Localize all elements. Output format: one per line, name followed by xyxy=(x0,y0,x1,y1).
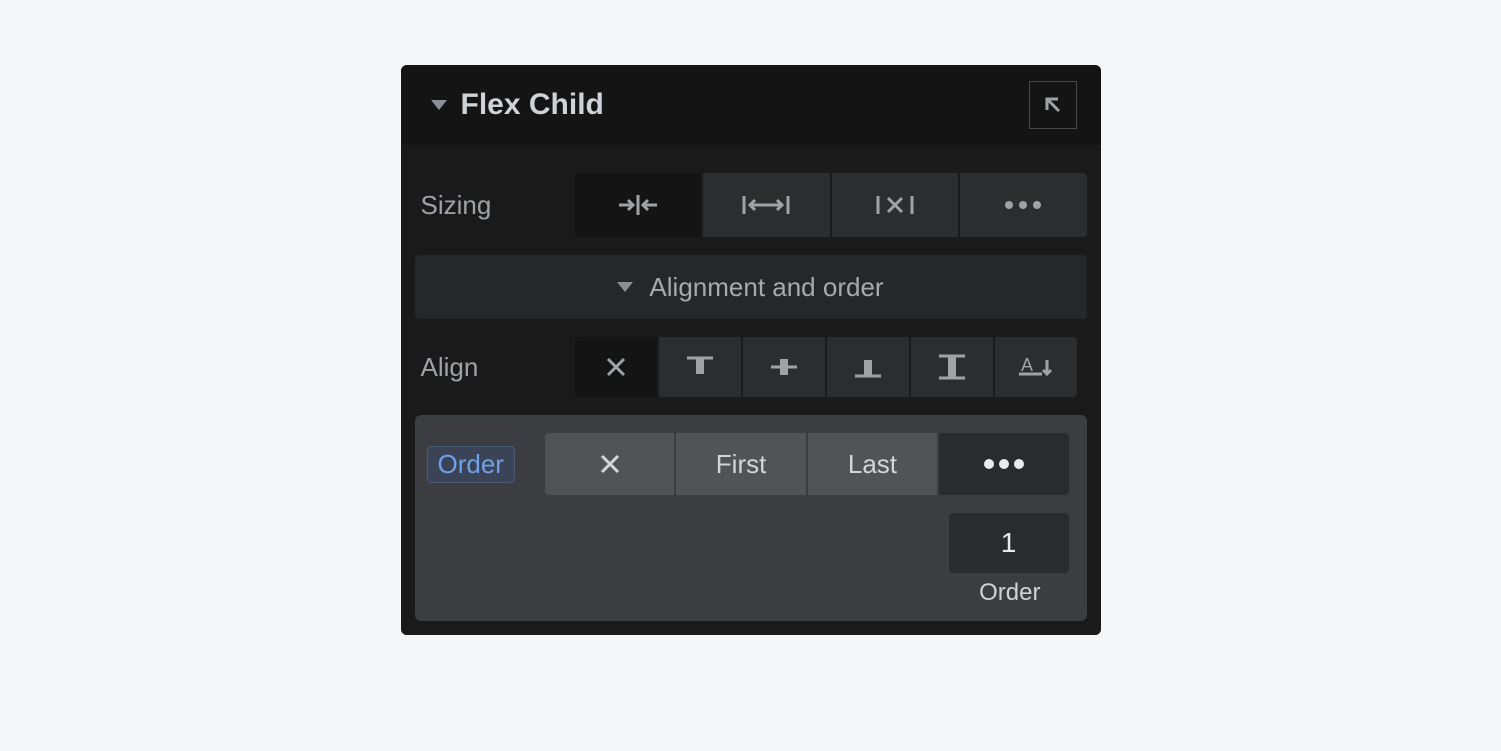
order-label[interactable]: Order xyxy=(427,446,515,483)
align-options: A xyxy=(575,337,1087,397)
order-first-button[interactable]: First xyxy=(676,433,805,495)
align-row: Align A xyxy=(415,337,1087,397)
align-center-button[interactable] xyxy=(743,337,825,397)
close-icon xyxy=(602,353,630,381)
arrow-up-left-icon xyxy=(1038,90,1068,120)
sizing-dont-shrink-button[interactable] xyxy=(832,173,959,237)
panel-header[interactable]: Flex Child xyxy=(401,65,1101,145)
order-options: First Last xyxy=(545,433,1069,495)
order-default-button[interactable] xyxy=(545,433,674,495)
align-label: Align xyxy=(415,352,565,383)
grow-icon xyxy=(738,190,794,220)
align-start-button[interactable] xyxy=(659,337,741,397)
sizing-shrink-button[interactable] xyxy=(575,173,702,237)
align-stretch-button[interactable] xyxy=(911,337,993,397)
panel-title: Flex Child xyxy=(461,88,1015,122)
align-center-icon xyxy=(767,352,801,382)
sizing-row: Sizing xyxy=(415,173,1087,237)
chevron-down-icon xyxy=(617,282,633,292)
align-end-icon xyxy=(851,352,885,382)
align-baseline-button[interactable]: A xyxy=(995,337,1077,397)
align-end-button[interactable] xyxy=(827,337,909,397)
order-value-input[interactable] xyxy=(949,513,1069,573)
svg-text:A: A xyxy=(1021,355,1033,375)
align-stretch-icon xyxy=(935,351,969,383)
order-caption-row: Order xyxy=(427,579,1069,607)
alignment-order-label: Alignment and order xyxy=(649,272,883,303)
panel-body: Sizing xyxy=(401,145,1101,635)
close-icon xyxy=(595,449,625,479)
alignment-order-expander[interactable]: Alignment and order xyxy=(415,255,1087,319)
align-baseline-icon: A xyxy=(1016,352,1056,382)
flex-child-panel: Flex Child Sizing xyxy=(401,65,1101,635)
sizing-grow-button[interactable] xyxy=(703,173,830,237)
sizing-more-button[interactable] xyxy=(960,173,1087,237)
order-block: Order First Last Or xyxy=(415,415,1087,621)
order-custom-button[interactable] xyxy=(939,433,1068,495)
more-icon xyxy=(979,457,1029,471)
sizing-options xyxy=(575,173,1087,237)
shrink-icon xyxy=(613,190,663,220)
order-value-row xyxy=(427,513,1069,573)
order-value-caption: Order xyxy=(979,579,1040,607)
select-parent-button[interactable] xyxy=(1029,81,1077,129)
more-icon xyxy=(1001,198,1045,212)
align-start-icon xyxy=(683,352,717,382)
order-last-button[interactable]: Last xyxy=(808,433,937,495)
collapse-icon xyxy=(431,100,447,110)
align-auto-button[interactable] xyxy=(575,337,657,397)
order-row: Order First Last xyxy=(427,433,1069,495)
sizing-label: Sizing xyxy=(415,190,565,221)
dont-shrink-icon xyxy=(870,190,920,220)
